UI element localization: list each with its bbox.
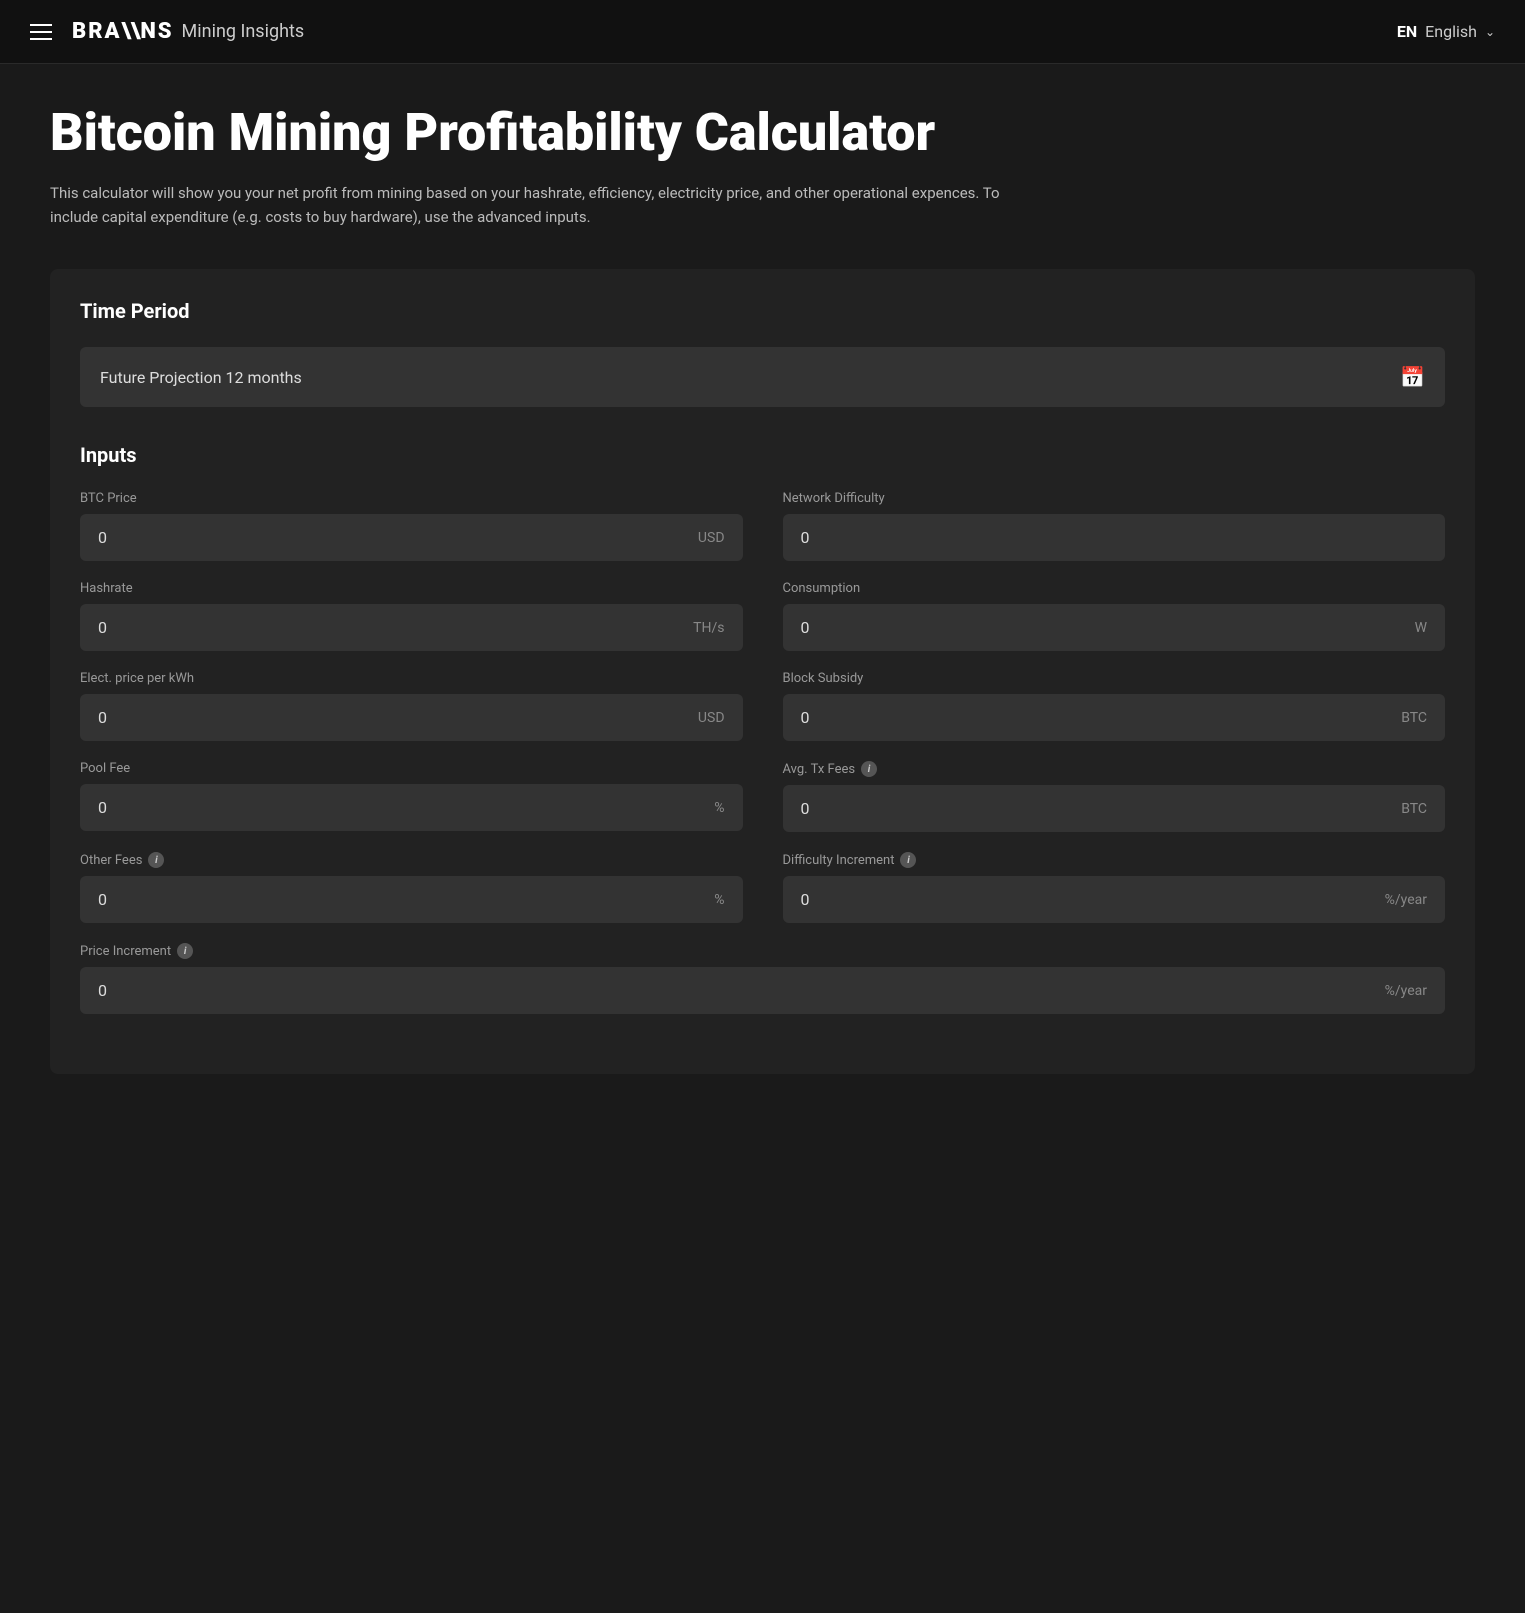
- input-value: 0: [98, 798, 107, 817]
- input-group-elect-price-per-kwh: Elect. price per kWh 0 USD: [80, 671, 743, 741]
- input-group-btc-price: BTC Price 0 USD: [80, 491, 743, 561]
- input-value: 0: [801, 890, 810, 909]
- input-value: 0: [98, 708, 107, 727]
- info-icon[interactable]: i: [861, 761, 877, 777]
- input-value: 0: [98, 890, 107, 909]
- info-icon[interactable]: i: [900, 852, 916, 868]
- input-label: Other Feesi: [80, 852, 743, 868]
- input-value: 0: [98, 528, 107, 547]
- input-group-block-subsidy: Block Subsidy 0 BTC: [783, 671, 1446, 741]
- input-label: Pool Fee: [80, 761, 743, 776]
- navbar-left: BRA\\NS Mining Insights: [30, 19, 304, 44]
- brand-logo: BRA\\NS Mining Insights: [72, 19, 304, 44]
- chevron-down-icon: ⌄: [1485, 25, 1495, 39]
- input-label: Consumption: [783, 581, 1446, 596]
- input-field[interactable]: 0 %/year: [783, 876, 1446, 923]
- time-period-value: Future Projection 12 months: [100, 368, 302, 387]
- input-field[interactable]: 0 TH/s: [80, 604, 743, 651]
- input-label: Difficulty Incrementi: [783, 852, 1446, 868]
- input-value: 0: [98, 981, 107, 1000]
- input-unit: BTC: [1401, 801, 1427, 817]
- language-label: English: [1425, 22, 1477, 41]
- input-label: Avg. Tx Feesi: [783, 761, 1446, 777]
- page-title: Bitcoin Mining Profitability Calculator: [50, 104, 1475, 161]
- input-group-other-fees: Other Feesi 0%: [80, 852, 743, 923]
- input-field[interactable]: 0: [783, 514, 1446, 561]
- input-group-hashrate: Hashrate 0 TH/s: [80, 581, 743, 651]
- input-group-avg-tx-fees: Avg. Tx Feesi 0 BTC: [783, 761, 1446, 832]
- calculator-card: Time Period Future Projection 12 months …: [50, 269, 1475, 1074]
- input-field[interactable]: 0 USD: [80, 694, 743, 741]
- input-value: 0: [801, 618, 810, 637]
- time-period-title: Time Period: [80, 299, 1445, 323]
- input-field[interactable]: 0%: [80, 876, 743, 923]
- input-unit: %: [714, 892, 724, 908]
- language-code: EN: [1397, 22, 1417, 41]
- input-field[interactable]: 0W: [783, 604, 1446, 651]
- brand-name-text: Mining Insights: [182, 21, 305, 42]
- input-field[interactable]: 0 %/year: [80, 967, 1445, 1014]
- input-unit: %/year: [1385, 892, 1427, 908]
- input-unit: TH/s: [693, 620, 724, 636]
- time-period-section: Time Period Future Projection 12 months …: [80, 299, 1445, 407]
- input-group-consumption: Consumption0W: [783, 581, 1446, 651]
- input-value: 0: [98, 618, 107, 637]
- input-unit: %/year: [1385, 983, 1427, 999]
- input-label: Price Incrementi: [80, 943, 1445, 959]
- input-field[interactable]: 0%: [80, 784, 743, 831]
- input-label: BTC Price: [80, 491, 743, 506]
- input-label: Block Subsidy: [783, 671, 1446, 686]
- info-icon[interactable]: i: [177, 943, 193, 959]
- input-value: 0: [801, 799, 810, 818]
- input-unit: %: [714, 800, 724, 816]
- input-unit: W: [1415, 620, 1427, 636]
- brand-logo-text: BRA\\NS: [72, 19, 174, 44]
- input-label: Network Difficulty: [783, 491, 1446, 506]
- input-unit: BTC: [1401, 710, 1427, 726]
- input-label: Hashrate: [80, 581, 743, 596]
- page-description: This calculator will show you your net p…: [50, 181, 1030, 229]
- input-group-pool-fee: Pool Fee 0%: [80, 761, 743, 832]
- input-group-difficulty-increment: Difficulty Incrementi 0 %/year: [783, 852, 1446, 923]
- input-label: Elect. price per kWh: [80, 671, 743, 686]
- inputs-section: Inputs BTC Price0USDNetwork Difficulty0H…: [80, 443, 1445, 1034]
- time-period-field[interactable]: Future Projection 12 months 📅: [80, 347, 1445, 407]
- calendar-icon: 📅: [1400, 365, 1425, 389]
- hamburger-menu-button[interactable]: [30, 24, 52, 40]
- input-field[interactable]: 0 USD: [80, 514, 743, 561]
- navbar: BRA\\NS Mining Insights EN English ⌄: [0, 0, 1525, 64]
- input-unit: USD: [698, 710, 725, 726]
- info-icon[interactable]: i: [148, 852, 164, 868]
- inputs-title: Inputs: [80, 443, 1445, 467]
- input-group-network-difficulty: Network Difficulty 0: [783, 491, 1446, 561]
- inputs-grid: BTC Price0USDNetwork Difficulty0Hashrate…: [80, 491, 1445, 1034]
- input-field[interactable]: 0 BTC: [783, 694, 1446, 741]
- input-unit: USD: [698, 530, 725, 546]
- language-selector[interactable]: EN English ⌄: [1397, 22, 1495, 41]
- input-value: 0: [801, 708, 810, 727]
- input-group-price-increment: Price Incrementi 0 %/year: [80, 943, 1445, 1014]
- main-content: Bitcoin Mining Profitability Calculator …: [0, 64, 1525, 1114]
- input-value: 0: [801, 528, 810, 547]
- input-field[interactable]: 0 BTC: [783, 785, 1446, 832]
